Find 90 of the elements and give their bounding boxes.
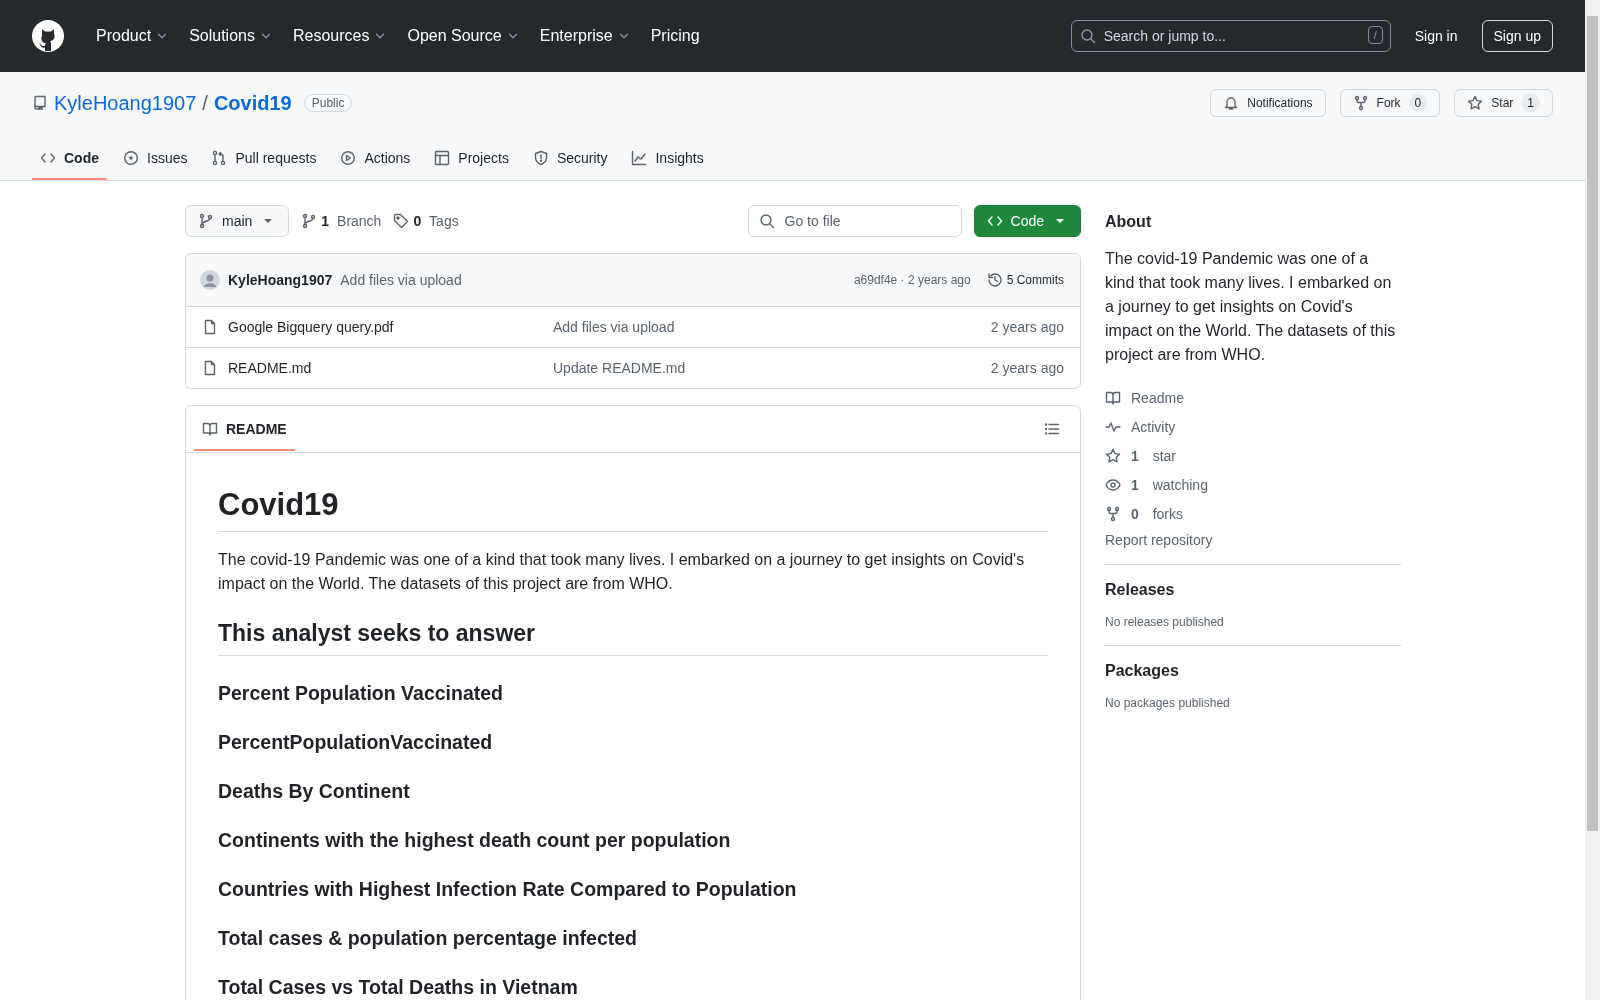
readme-subheading: Total Cases vs Total Deaths in Vietnam bbox=[218, 976, 579, 999]
owner-link[interactable]: KyleHoang1907 bbox=[54, 91, 197, 115]
commit-message-link[interactable]: Add files via upload bbox=[553, 319, 675, 335]
releases-heading: Releases bbox=[1105, 581, 1176, 599]
play-icon bbox=[340, 150, 357, 166]
repository-tab[interactable]: Actions bbox=[332, 140, 419, 180]
repository-tab[interactable]: Insights bbox=[623, 140, 712, 180]
file-name-link[interactable]: README.md bbox=[228, 360, 543, 376]
table-icon bbox=[434, 150, 451, 166]
releases-note: No releases published bbox=[1105, 615, 1225, 629]
commit-hash-time: a69df4e · 2 years ago bbox=[853, 273, 971, 287]
star-icon bbox=[1467, 95, 1484, 111]
about-heading: About bbox=[1105, 213, 1153, 231]
readme-subheading: Deaths By Continent bbox=[218, 780, 411, 803]
readme-heading: This analyst seeks to answer bbox=[218, 620, 1048, 656]
eye-icon bbox=[1105, 476, 1121, 493]
scrollbar[interactable] bbox=[1585, 0, 1600, 1000]
readme-subheading: Continents with the highest death count per population bbox=[218, 829, 732, 852]
branch-icon bbox=[198, 213, 214, 229]
file-name-link[interactable]: Google Bigquery query.pdf bbox=[228, 319, 543, 335]
readme-subheading: Percent Population Vaccinated bbox=[218, 682, 504, 705]
readme-link[interactable]: Readme bbox=[1105, 383, 1401, 412]
search-icon bbox=[758, 213, 775, 229]
nav-menu-item[interactable]: Resources bbox=[284, 21, 396, 51]
tag-icon bbox=[393, 213, 410, 229]
fork-icon bbox=[1352, 95, 1369, 111]
readme-paragraph: The covid-19 Pandemic was one of a kind that took many lives. I embarked on a journey to get insights on Covid's impact on the World. The datasets of this project are from WHO. bbox=[218, 550, 1026, 594]
repository-tab[interactable]: Issues bbox=[115, 140, 196, 180]
book-icon bbox=[202, 421, 218, 437]
packages-note: No packages published bbox=[1105, 696, 1231, 710]
commit-author-link[interactable]: KyleHoang1907 bbox=[228, 272, 333, 288]
scrollbar-thumb[interactable] bbox=[1587, 16, 1598, 831]
report-repository-link[interactable]: Report repository bbox=[1105, 532, 1401, 548]
watch-link[interactable]: 1 watching bbox=[1105, 470, 1401, 499]
readme-tab[interactable]: README bbox=[194, 407, 295, 451]
sign-in-link[interactable]: Sign in bbox=[1398, 28, 1474, 44]
file-age: 2 years ago bbox=[990, 319, 1064, 335]
nav-menu-item[interactable]: Enterprise bbox=[531, 21, 639, 51]
list-icon bbox=[1044, 421, 1060, 437]
nav-menu-item[interactable]: Product bbox=[88, 21, 178, 51]
star-button[interactable]: Star 1 bbox=[1454, 89, 1553, 117]
octocat-logo-icon[interactable] bbox=[32, 20, 64, 52]
branch-icon bbox=[301, 213, 318, 229]
repository-tab[interactable]: Security bbox=[524, 140, 616, 180]
notifications-button[interactable]: Notifications bbox=[1210, 89, 1326, 117]
star-link[interactable]: 1 star bbox=[1105, 441, 1401, 470]
search-icon bbox=[1079, 28, 1096, 44]
file-icon bbox=[202, 319, 218, 335]
commits-link[interactable]: 5 Commits bbox=[986, 272, 1064, 288]
keyboard-shortcut-hint: / bbox=[1367, 26, 1383, 44]
fork-button[interactable]: Fork 0 bbox=[1339, 89, 1441, 117]
book-icon bbox=[1105, 389, 1121, 406]
shield-icon bbox=[532, 150, 549, 166]
nav-menu-item[interactable]: Pricing bbox=[642, 21, 708, 51]
repository-name-link[interactable]: Covid19 bbox=[213, 91, 292, 115]
repository-tab[interactable]: Code bbox=[32, 140, 107, 180]
avatar-icon bbox=[200, 270, 220, 290]
nav-menu-item[interactable]: Solutions bbox=[181, 21, 281, 51]
graph-icon bbox=[631, 150, 648, 166]
file-icon bbox=[202, 360, 218, 376]
repository-tab[interactable]: Projects bbox=[426, 140, 517, 180]
circle-dot-icon bbox=[123, 150, 139, 166]
tags-link[interactable]: 0 Tags bbox=[393, 213, 459, 229]
readme-subheading: Countries with Highest Infection Rate Compared to Population bbox=[218, 878, 798, 901]
nav-menu-item[interactable]: Open Source bbox=[399, 21, 528, 51]
count-badge: 0 bbox=[1408, 94, 1428, 112]
path-separator: / bbox=[202, 91, 208, 115]
packages-heading: Packages bbox=[1105, 662, 1180, 680]
fork-link[interactable]: 0 forks bbox=[1105, 499, 1401, 528]
commit-message-link[interactable]: Add files via upload bbox=[340, 272, 462, 288]
readme-subheading: Total cases & population percentage infected bbox=[218, 927, 638, 950]
pull-request-icon bbox=[211, 150, 228, 166]
count-badge: 1 bbox=[1521, 94, 1540, 112]
readme-title: Covid19 bbox=[218, 487, 1048, 532]
activity-link[interactable]: Activity bbox=[1105, 412, 1401, 441]
repository-icon bbox=[32, 95, 48, 111]
star-icon bbox=[1105, 447, 1121, 464]
history-icon bbox=[986, 272, 1003, 288]
branch-selector[interactable]: main bbox=[185, 205, 290, 237]
commit-message-link[interactable]: Update README.md bbox=[553, 360, 686, 376]
readme-subheading: PercentPopulationVaccinated bbox=[218, 731, 494, 754]
repository-tab[interactable]: Pull requests bbox=[203, 140, 325, 180]
code-button[interactable]: Code bbox=[973, 205, 1081, 237]
bell-icon bbox=[1223, 95, 1240, 111]
file-age: 2 years ago bbox=[990, 360, 1064, 376]
sign-up-button[interactable]: Sign up bbox=[1481, 20, 1553, 52]
branches-link[interactable]: 1 Branch bbox=[301, 213, 382, 229]
go-to-file-field[interactable]: Go to file bbox=[747, 205, 962, 237]
about-description: The covid-19 Pandemic was one of a kind that took many lives. I embarked on a journey to get insights on Covid's impact on the World. The datasets of this project are from WHO. bbox=[1105, 249, 1397, 365]
fork-icon bbox=[1105, 505, 1121, 522]
